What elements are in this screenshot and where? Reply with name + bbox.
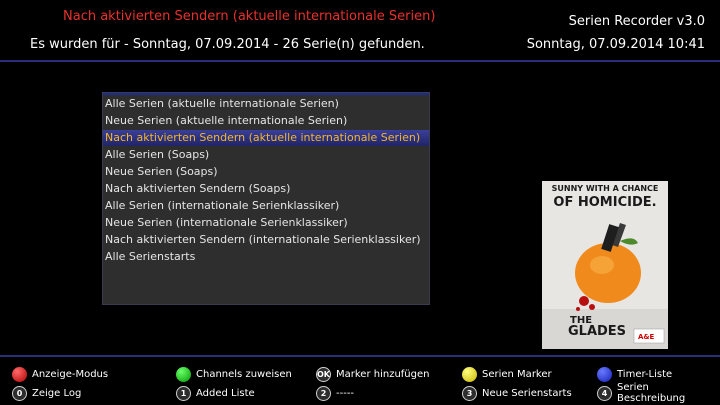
button-label: Added Liste bbox=[196, 387, 255, 399]
series-poster: SUNNY WITH A CHANCE OF HOMICIDE. THE GLA… bbox=[542, 181, 668, 349]
button-label: Channels zuweisen bbox=[196, 368, 292, 380]
blue-button[interactable]: Timer-Liste bbox=[597, 366, 672, 382]
ok-button[interactable]: OK Marker hinzufügen bbox=[316, 366, 429, 382]
ok-button-icon: OK bbox=[316, 366, 331, 382]
button-label: Serien Beschreibung bbox=[616, 382, 686, 404]
green-button[interactable]: Channels zuweisen bbox=[176, 366, 292, 382]
key-1-icon: 1 bbox=[176, 385, 191, 401]
menu-item[interactable]: Nach aktivierten Sendern (Soaps) bbox=[103, 181, 429, 197]
page-title: Nach aktivierten Sendern (aktuelle inter… bbox=[63, 9, 436, 24]
key-1-button[interactable]: 1 Added Liste bbox=[176, 385, 255, 401]
red-button-icon bbox=[12, 366, 27, 382]
menu-item[interactable]: Neue Serien (aktuelle internationale Ser… bbox=[103, 113, 429, 129]
footer-divider bbox=[0, 355, 720, 357]
green-button-icon bbox=[176, 366, 191, 382]
key-2-icon: 2 bbox=[316, 385, 331, 401]
button-label: Anzeige-Modus bbox=[32, 368, 109, 380]
category-menu[interactable]: Alle Serien (aktuelle internationale Ser… bbox=[102, 92, 430, 305]
menu-item[interactable]: Alle Serien (Soaps) bbox=[103, 147, 429, 163]
menu-item[interactable]: Alle Serien (aktuelle internationale Ser… bbox=[103, 96, 429, 112]
key-4-button[interactable]: 4 Serien Beschreibung bbox=[597, 382, 720, 404]
red-button[interactable]: Anzeige-Modus bbox=[12, 366, 108, 382]
button-label: Timer-Liste bbox=[617, 368, 673, 380]
key-3-icon: 3 bbox=[462, 385, 477, 401]
key-3-button[interactable]: 3 Neue Serienstarts bbox=[462, 385, 572, 401]
key-0-button[interactable]: 0 Zeige Log bbox=[12, 385, 81, 401]
current-datetime: Sonntag, 07.09.2014 10:41 bbox=[526, 37, 705, 52]
menu-item-selected[interactable]: Nach aktivierten Sendern (aktuelle inter… bbox=[103, 130, 429, 146]
button-label: ----- bbox=[336, 387, 355, 399]
result-status: Es wurden für - Sonntag, 07.09.2014 - 26… bbox=[30, 37, 425, 52]
button-label: Neue Serienstarts bbox=[482, 387, 572, 399]
blue-button-icon bbox=[597, 366, 612, 382]
button-label: Marker hinzufügen bbox=[336, 368, 430, 380]
yellow-button-icon bbox=[462, 366, 477, 382]
menu-item[interactable]: Neue Serien (internationale Serienklassi… bbox=[103, 215, 429, 231]
menu-item[interactable]: Nach aktivierten Sendern (internationale… bbox=[103, 232, 429, 248]
menu-item[interactable]: Alle Serienstarts bbox=[103, 249, 429, 265]
poster-artwork: THE GLADES A&E bbox=[542, 223, 668, 349]
key-4-icon: 4 bbox=[597, 385, 612, 401]
menu-item[interactable]: Alle Serien (internationale Serienklassi… bbox=[103, 198, 429, 214]
app-title: Serien Recorder v3.0 bbox=[568, 14, 705, 29]
yellow-button[interactable]: Serien Marker bbox=[462, 366, 552, 382]
menu-accent-bar bbox=[103, 93, 429, 95]
button-label: Zeige Log bbox=[32, 387, 82, 399]
header-divider bbox=[0, 60, 720, 62]
key-2-button[interactable]: 2 ----- bbox=[316, 385, 354, 401]
svg-text:GLADES: GLADES bbox=[568, 324, 626, 339]
key-0-icon: 0 bbox=[12, 385, 27, 401]
menu-item[interactable]: Neue Serien (Soaps) bbox=[103, 164, 429, 180]
button-label: Serien Marker bbox=[482, 368, 552, 380]
svg-text:A&E: A&E bbox=[638, 333, 655, 341]
